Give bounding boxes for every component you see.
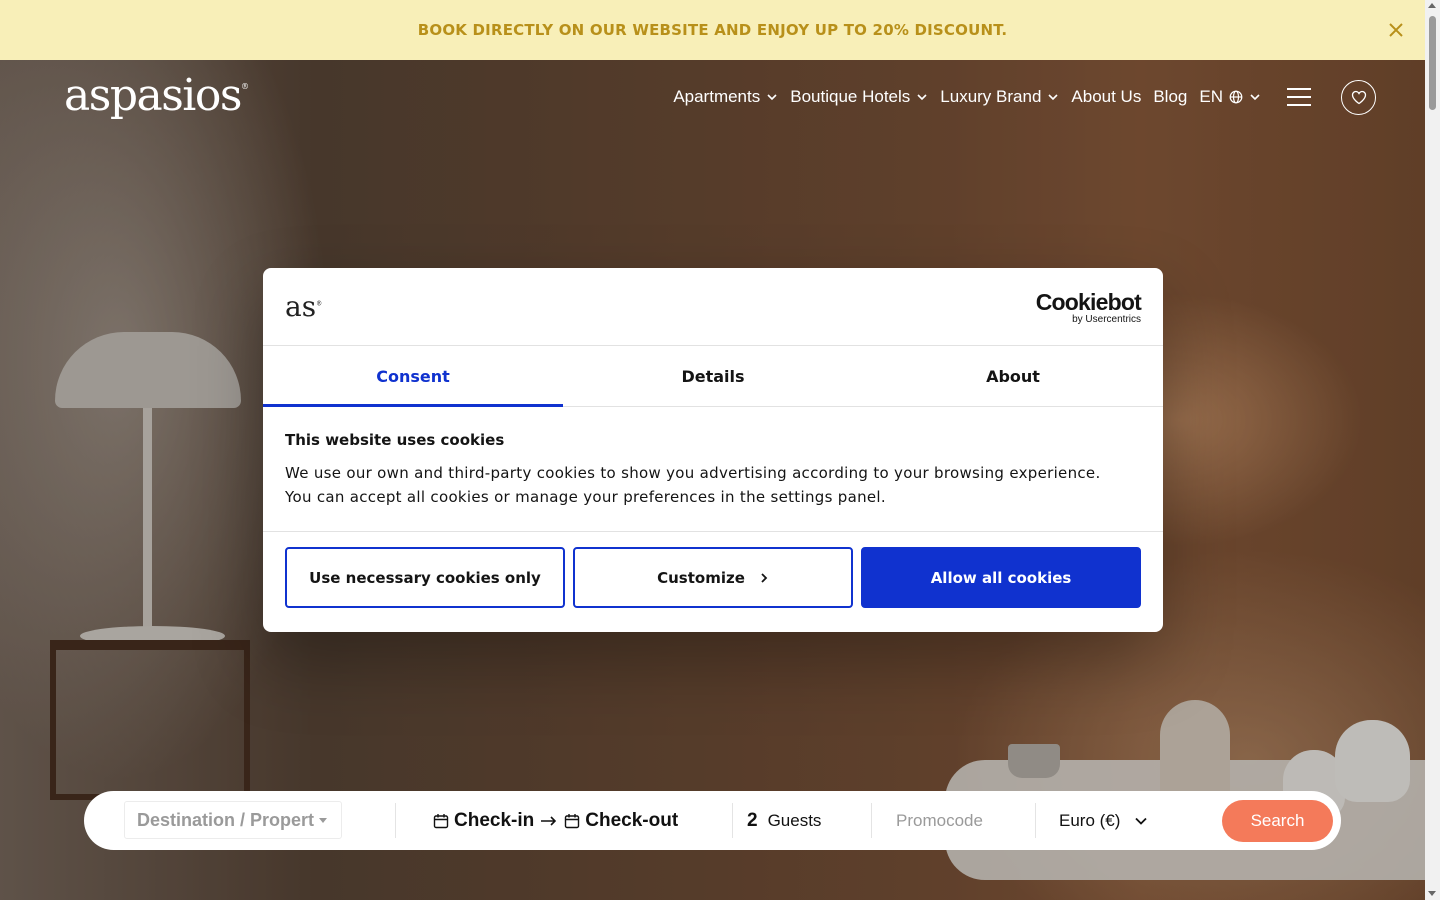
customize-button[interactable]: Customize xyxy=(573,547,853,608)
divider xyxy=(732,803,733,838)
logo-text: aspasios xyxy=(64,70,242,121)
nav-luxury-brand-label: Luxury Brand xyxy=(940,87,1042,106)
currency-label: Euro (€) xyxy=(1059,810,1121,830)
nav-about-us-label: About Us xyxy=(1071,87,1142,106)
necessary-cookies-button[interactable]: Use necessary cookies only xyxy=(285,547,565,608)
guests-selector[interactable]: 2 Guests xyxy=(747,791,821,850)
nav-apartments[interactable]: Apartments xyxy=(673,87,778,107)
allow-all-cookies-button[interactable]: Allow all cookies xyxy=(861,547,1141,608)
divider xyxy=(1035,803,1036,838)
dialog-text-line-2: You can accept all cookies or manage you… xyxy=(285,488,886,506)
scrollbar-thumb[interactable] xyxy=(1429,16,1436,110)
site-logo[interactable]: aspasios® xyxy=(64,70,249,121)
promo-banner-text: BOOK DIRECTLY ON OUR WEBSITE AND ENJOY U… xyxy=(417,21,1008,39)
dialog-text-line-1: We use our own and third-party cookies t… xyxy=(285,464,1101,482)
checkout-label: Check-out xyxy=(585,809,679,831)
checkin-field[interactable]: Check-in xyxy=(433,810,534,832)
divider xyxy=(871,803,872,838)
arrow-right-icon xyxy=(541,815,557,826)
cookie-consent-dialog: as® Cookiebot by Usercentrics Consent De… xyxy=(263,268,1163,632)
main-nav: Apartments Boutique Hotels Luxury Brand … xyxy=(673,78,1376,116)
chevron-down-icon xyxy=(917,94,927,101)
chevron-down-icon xyxy=(1048,94,1058,101)
chevron-right-icon xyxy=(761,572,768,583)
date-range: Check-in Check-out xyxy=(433,791,678,850)
caret-down-icon xyxy=(319,817,328,823)
promocode-input[interactable] xyxy=(884,803,1024,838)
destination-select[interactable]: Destination / Propert xyxy=(124,801,342,839)
nav-boutique-hotels[interactable]: Boutique Hotels xyxy=(790,87,928,107)
cookiebot-logo[interactable]: Cookiebot by Usercentrics xyxy=(1035,289,1142,326)
currency-select[interactable]: Euro (€) xyxy=(1059,791,1148,850)
cookiebot-by: by Usercentrics xyxy=(1072,314,1141,325)
nav-blog-label: Blog xyxy=(1153,87,1188,106)
nav-luxury-brand[interactable]: Luxury Brand xyxy=(940,87,1059,107)
calendar-icon xyxy=(565,813,580,828)
nav-boutique-hotels-label: Boutique Hotels xyxy=(790,87,911,106)
tab-about[interactable]: About xyxy=(863,346,1163,406)
dialog-body: This website uses cookies We use our own… xyxy=(263,407,1163,532)
nav-apartments-label: Apartments xyxy=(673,87,761,106)
checkin-label: Check-in xyxy=(454,809,535,831)
calendar-icon xyxy=(433,813,449,828)
heart-icon xyxy=(1351,90,1366,104)
close-icon[interactable] xyxy=(1385,19,1407,41)
language-label: EN xyxy=(1199,87,1223,106)
hamburger-menu-icon[interactable] xyxy=(1287,88,1311,106)
scroll-down-arrow-icon[interactable] xyxy=(1428,891,1436,896)
globe-icon xyxy=(1229,90,1243,104)
divider xyxy=(395,803,396,838)
checkout-field[interactable]: Check-out xyxy=(564,810,678,832)
language-selector[interactable]: EN xyxy=(1199,87,1261,107)
tab-consent[interactable]: Consent xyxy=(263,346,563,407)
cookiebot-name: Cookiebot xyxy=(1035,289,1142,315)
customize-label: Customize xyxy=(657,568,745,587)
dialog-header: as® Cookiebot by Usercentrics xyxy=(263,268,1163,346)
search-button[interactable]: Search xyxy=(1222,800,1333,842)
booking-bar: Destination / Propert Check-in Check-out… xyxy=(84,791,1341,850)
promo-banner: BOOK DIRECTLY ON OUR WEBSITE AND ENJOY U… xyxy=(0,0,1425,60)
dialog-actions: Use necessary cookies only Customize All… xyxy=(263,532,1163,623)
scroll-up-arrow-icon[interactable] xyxy=(1428,3,1436,8)
dialog-tabs: Consent Details About xyxy=(263,346,1163,407)
chevron-down-icon xyxy=(767,94,777,101)
dialog-title: This website uses cookies xyxy=(285,431,505,449)
guests-count: 2 xyxy=(747,809,758,831)
destination-placeholder: Destination / Propert xyxy=(137,809,315,830)
brand-logo: as® xyxy=(285,290,323,323)
page-scrollbar[interactable] xyxy=(1425,0,1440,900)
brand-logo-text: as xyxy=(285,290,317,323)
nav-blog[interactable]: Blog xyxy=(1153,87,1187,107)
chevron-down-icon xyxy=(1135,817,1148,825)
guests-label: Guests xyxy=(767,810,822,830)
favorites-button[interactable] xyxy=(1341,79,1376,115)
chevron-down-icon xyxy=(1250,94,1260,101)
tab-details[interactable]: Details xyxy=(563,346,863,406)
nav-about-us[interactable]: About Us xyxy=(1071,87,1141,107)
